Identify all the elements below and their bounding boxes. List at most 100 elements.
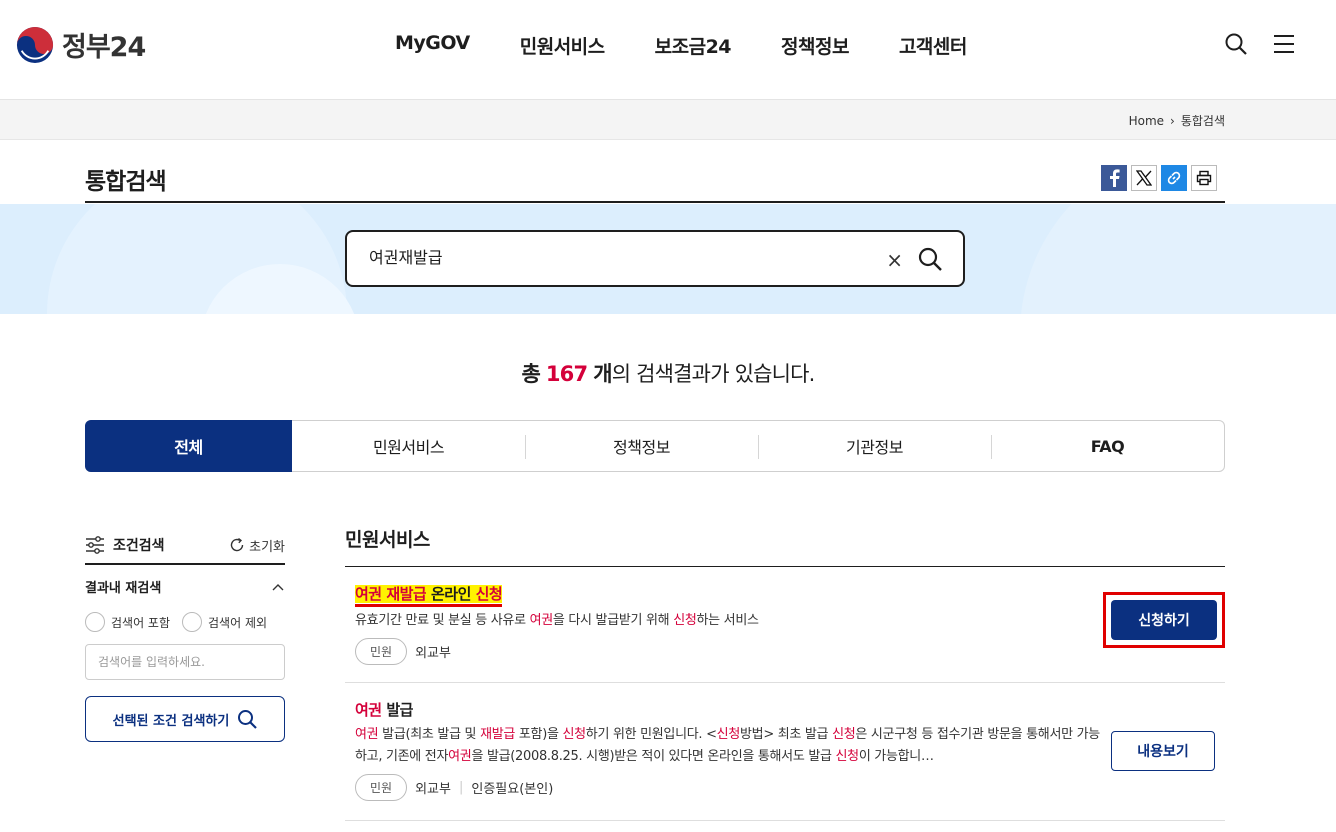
desc-keyword: 여권	[355, 727, 379, 742]
title-keyword: 여권	[355, 701, 382, 719]
menu-icon[interactable]	[1272, 32, 1296, 56]
result-count-number: 167	[545, 362, 588, 386]
apply-button[interactable]: 신청하기	[1111, 600, 1217, 640]
refine-search-label: 결과내 재검색	[85, 581, 162, 596]
radio-exclude-label: 검색어 제외	[208, 615, 268, 630]
org-name: 외교부	[415, 646, 451, 661]
reset-button[interactable]: 초기화	[229, 536, 285, 555]
print-button[interactable]	[1191, 165, 1217, 191]
desc-text: 방법> 최초 발급	[740, 727, 833, 742]
search-icon[interactable]	[917, 246, 943, 272]
search-banner: ×	[0, 204, 1336, 314]
filter-title-text: 조건검색	[113, 538, 165, 554]
site-header: 정부24 MyGOV 민원서비스 보조금24 정책정보 고객센터	[0, 0, 1336, 100]
tab-policy-info[interactable]: 정책정보	[525, 421, 758, 471]
facebook-share-button[interactable]	[1101, 165, 1127, 191]
apply-filter-button[interactable]: 선택된 조건 검색하기	[85, 696, 285, 742]
title-text: 온라인	[426, 585, 476, 603]
breadcrumb-bar: Home › 통합검색	[0, 100, 1336, 140]
chevron-right-icon: ›	[1170, 113, 1175, 128]
apply-button-highlight: 신청하기	[1103, 592, 1225, 648]
banner-decor-circle	[1020, 204, 1336, 314]
title-row: 통합검색	[85, 140, 1225, 203]
facebook-icon	[1110, 169, 1120, 187]
desc-text: 포함)을	[515, 727, 563, 742]
desc-text: 이 가능합니…	[858, 749, 934, 764]
result-item: 여권 재발급 온라인 신청 유효기간 만료 및 분실 등 사유로 여권을 다시 …	[345, 567, 1225, 683]
desc-text: 하기 위한 민원입니다. <	[585, 727, 717, 742]
nav-item-policy-info[interactable]: 정책정보	[781, 32, 849, 59]
result-title-highlight: 여권 재발급 온라인 신청	[355, 585, 503, 607]
tab-civil-service[interactable]: 민원서비스	[292, 421, 525, 471]
desc-text: 유효기간 만료 및 분실 등 사유로	[355, 613, 530, 628]
desc-text: 하는 서비스	[696, 613, 759, 628]
share-buttons	[1101, 165, 1217, 191]
printer-icon	[1196, 170, 1212, 186]
reset-label: 초기화	[249, 539, 285, 555]
main-nav: MyGOV 민원서비스 보조금24 정책정보 고객센터	[395, 32, 1017, 59]
desc-keyword: 신청	[835, 749, 859, 764]
result-count-unit: 개	[593, 362, 612, 386]
sliders-icon	[86, 536, 104, 554]
radio-exclude[interactable]: 검색어 제외	[182, 612, 267, 632]
desc-keyword: 신청	[562, 727, 586, 742]
radio-include-label: 검색어 포함	[111, 615, 171, 630]
desc-keyword: 신청	[716, 727, 741, 742]
site-logo[interactable]: 정부24	[16, 25, 146, 64]
breadcrumb-current: 통합검색	[1180, 114, 1225, 128]
tab-all[interactable]: 전체	[85, 420, 292, 472]
nav-item-customer-center[interactable]: 고객센터	[899, 32, 967, 59]
result-description: 여권 발급(최초 발급 및 재발급 포함)을 신청하기 위한 민원입니다. <신…	[355, 724, 1105, 768]
org-name: 외교부	[415, 782, 451, 797]
result-meta: 민원 외교부	[355, 638, 1225, 665]
refine-search-toggle[interactable]: 결과내 재검색	[85, 577, 285, 596]
nav-item-subsidy24[interactable]: 보조금24	[655, 32, 732, 59]
title-keyword: 여권	[355, 585, 382, 603]
apply-filter-label: 선택된 조건 검색하기	[112, 713, 230, 729]
header-icons	[1224, 32, 1296, 56]
meta-divider: |	[458, 780, 464, 795]
view-details-button[interactable]: 내용보기	[1111, 731, 1215, 771]
result-title-link[interactable]: 여권 재발급 온라인 신청	[355, 583, 1225, 607]
refresh-icon	[230, 537, 244, 552]
result-tabs: 전체 민원서비스 정책정보 기관정보 FAQ	[85, 420, 1225, 472]
filter-sidebar: 조건검색 초기화 결과내 재검색 검색어 포함 검색어 제외 선택된 조건 검색…	[85, 527, 285, 742]
category-badge: 민원	[355, 638, 408, 665]
copy-link-button[interactable]	[1161, 165, 1187, 191]
result-meta: 민원 외교부 | 인증필요(본인)	[355, 774, 1225, 801]
filter-header: 조건검색 초기화	[85, 527, 285, 565]
title-keyword: 신청	[475, 585, 503, 603]
title-keyword: 재발급	[386, 585, 427, 603]
search-icon[interactable]	[1224, 32, 1248, 56]
desc-text: 을 다시 발급받기 위해	[552, 613, 674, 628]
results-main: 민원서비스 여권 재발급 온라인 신청 유효기간 만료 및 분실 등 사유로 여…	[345, 525, 1225, 821]
search-input[interactable]	[369, 246, 869, 265]
nav-item-mygov[interactable]: MyGOV	[395, 32, 470, 59]
search-icon	[238, 710, 258, 729]
chevron-up-icon	[272, 583, 284, 590]
radio-circle[interactable]	[182, 612, 203, 632]
breadcrumb-home[interactable]: Home	[1129, 114, 1164, 128]
result-count-prefix: 총	[521, 362, 540, 386]
filter-title: 조건검색	[85, 535, 165, 555]
desc-keyword: 신청	[832, 727, 856, 742]
x-share-button[interactable]	[1131, 165, 1157, 191]
desc-text: 발급(최초 발급 및	[378, 727, 481, 742]
tab-org-info[interactable]: 기관정보	[758, 421, 991, 471]
nav-item-civil-service[interactable]: 민원서비스	[520, 32, 605, 59]
clear-search-button[interactable]: ×	[886, 248, 903, 272]
desc-keyword: 신청	[673, 613, 697, 628]
desc-keyword: 여권	[448, 749, 472, 764]
title-text: 발급	[381, 701, 413, 719]
x-logo-icon	[1136, 170, 1152, 186]
result-count: 총 167 개의 검색결과가 있습니다.	[0, 358, 1336, 388]
taegeuk-logo-icon	[16, 26, 54, 63]
result-title-link[interactable]: 여권 발급	[355, 699, 1225, 720]
tab-faq[interactable]: FAQ	[991, 421, 1224, 471]
breadcrumb: Home › 통합검색	[1129, 112, 1225, 129]
search-box: ×	[345, 230, 965, 287]
radio-include[interactable]: 검색어 포함	[85, 612, 170, 632]
refine-keyword-input[interactable]	[85, 644, 285, 680]
radio-circle[interactable]	[85, 612, 105, 632]
desc-text: 을 발급(2008.8.25. 시행)받은 적이 있다면 온라인을 통해서도 발…	[471, 749, 836, 764]
